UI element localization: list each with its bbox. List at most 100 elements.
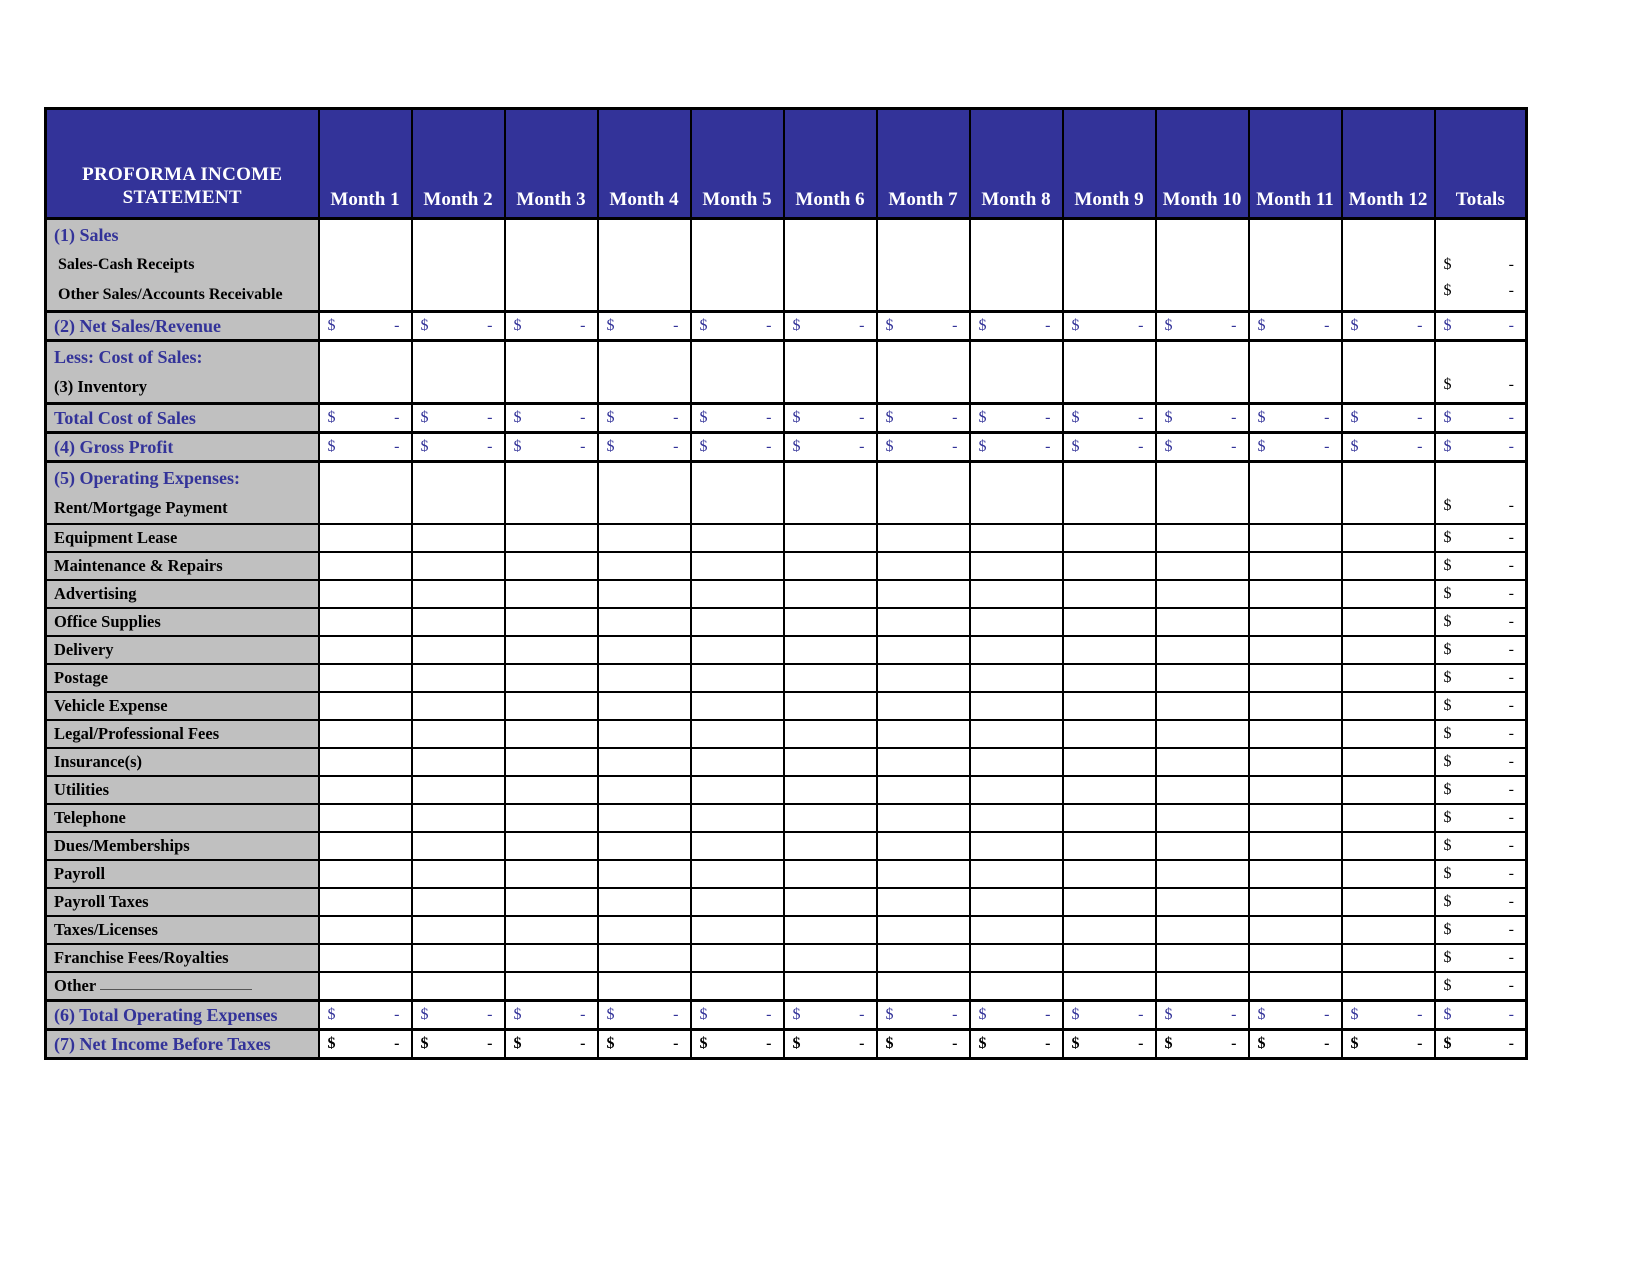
data-cell-month-5[interactable]: $ - — [689, 311, 784, 342]
data-cell-month-8[interactable] — [968, 944, 1063, 973]
data-cell-month-4[interactable] — [596, 580, 691, 609]
data-cell-month-11[interactable] — [1247, 664, 1342, 693]
data-cell-month-4[interactable] — [596, 944, 691, 973]
data-cell-month-4[interactable] — [596, 916, 691, 945]
other-fill-in-line[interactable] — [99, 989, 252, 990]
data-cell-month-7[interactable] — [875, 524, 970, 553]
data-cell-totals[interactable]: $ - — [1433, 916, 1527, 945]
data-cell-month-3[interactable]: $ - — [503, 403, 598, 434]
data-cell-month-12[interactable] — [1340, 664, 1435, 693]
data-cell-month-10[interactable] — [1154, 580, 1249, 609]
data-cell-month-7[interactable]: $ - — [875, 1029, 970, 1059]
data-cell-month-4[interactable]: $ - — [596, 1000, 691, 1031]
data-cell-month-7[interactable] — [875, 218, 970, 313]
data-cell-month-12[interactable]: $ - — [1340, 1029, 1435, 1059]
data-cell-month-5[interactable] — [689, 552, 784, 581]
data-cell-month-7[interactable] — [875, 916, 970, 945]
data-cell-month-4[interactable] — [596, 608, 691, 637]
data-cell-month-12[interactable] — [1340, 524, 1435, 553]
data-cell-month-12[interactable] — [1340, 720, 1435, 749]
data-cell-month-1[interactable] — [317, 748, 412, 777]
data-cell-month-1[interactable] — [317, 804, 412, 833]
data-cell-month-6[interactable] — [782, 720, 877, 749]
data-cell-month-10[interactable] — [1154, 776, 1249, 805]
data-cell-month-11[interactable]: $ - — [1247, 311, 1342, 342]
data-cell-month-7[interactable] — [875, 832, 970, 861]
data-cell-month-9[interactable] — [1061, 748, 1156, 777]
data-cell-month-11[interactable]: $ - — [1247, 1000, 1342, 1031]
data-cell-month-5[interactable] — [689, 524, 784, 553]
data-cell-month-7[interactable] — [875, 860, 970, 889]
data-cell-month-7[interactable] — [875, 748, 970, 777]
data-cell-totals[interactable]: $ - — [1433, 832, 1527, 861]
data-cell-month-8[interactable]: $ - — [968, 311, 1063, 342]
data-cell-month-6[interactable] — [782, 860, 877, 889]
data-cell-totals[interactable]: $ - — [1433, 580, 1527, 609]
data-cell-month-2[interactable] — [410, 524, 505, 553]
data-cell-month-12[interactable] — [1340, 888, 1435, 917]
data-cell-month-2[interactable]: $ - — [410, 1029, 505, 1059]
data-cell-month-4[interactable]: $ - — [596, 432, 691, 463]
data-cell-month-9[interactable] — [1061, 524, 1156, 553]
data-cell-month-8[interactable] — [968, 916, 1063, 945]
data-cell-month-9[interactable] — [1061, 804, 1156, 833]
data-cell-month-1[interactable] — [317, 720, 412, 749]
data-cell-month-1[interactable] — [317, 776, 412, 805]
data-cell-month-1[interactable] — [317, 860, 412, 889]
data-cell-month-11[interactable] — [1247, 832, 1342, 861]
data-cell-month-1[interactable] — [317, 340, 412, 405]
data-cell-month-6[interactable] — [782, 580, 877, 609]
data-cell-month-3[interactable] — [503, 524, 598, 553]
data-cell-month-5[interactable] — [689, 888, 784, 917]
data-cell-month-5[interactable] — [689, 692, 784, 721]
data-cell-month-10[interactable] — [1154, 944, 1249, 973]
data-cell-month-4[interactable]: $ - — [596, 311, 691, 342]
data-cell-month-12[interactable] — [1340, 608, 1435, 637]
data-cell-month-1[interactable]: $ - — [317, 403, 412, 434]
data-cell-month-1[interactable] — [317, 636, 412, 665]
data-cell-month-5[interactable] — [689, 916, 784, 945]
data-cell-totals[interactable]: $ - — [1433, 888, 1527, 917]
data-cell-totals[interactable]: $ - — [1433, 972, 1527, 1002]
data-cell-month-2[interactable] — [410, 832, 505, 861]
data-cell-month-10[interactable] — [1154, 608, 1249, 637]
data-cell-month-2[interactable] — [410, 664, 505, 693]
data-cell-month-9[interactable] — [1061, 608, 1156, 637]
data-cell-month-11[interactable] — [1247, 552, 1342, 581]
data-cell-month-7[interactable] — [875, 720, 970, 749]
data-cell-month-1[interactable] — [317, 524, 412, 553]
data-cell-month-4[interactable] — [596, 888, 691, 917]
totals-line-rent-mortgage[interactable]: $ - — [1436, 493, 1526, 519]
data-cell-month-4[interactable] — [596, 461, 691, 525]
data-cell-month-10[interactable] — [1154, 524, 1249, 553]
data-cell-month-7[interactable] — [875, 804, 970, 833]
data-cell-month-9[interactable]: $ - — [1061, 311, 1156, 342]
data-cell-month-11[interactable] — [1247, 692, 1342, 721]
data-cell-month-7[interactable] — [875, 461, 970, 525]
totals-line-other-sales[interactable]: $ - — [1436, 278, 1526, 304]
data-cell-month-8[interactable]: $ - — [968, 1000, 1063, 1031]
data-cell-month-2[interactable] — [410, 720, 505, 749]
data-cell-month-6[interactable] — [782, 944, 877, 973]
data-cell-month-11[interactable] — [1247, 218, 1342, 313]
data-cell-month-1[interactable] — [317, 916, 412, 945]
data-cell-month-12[interactable] — [1340, 972, 1435, 1002]
data-cell-month-9[interactable] — [1061, 888, 1156, 917]
data-cell-month-10[interactable] — [1154, 804, 1249, 833]
data-cell-month-8[interactable] — [968, 972, 1063, 1002]
data-cell-month-11[interactable] — [1247, 720, 1342, 749]
data-cell-month-11[interactable] — [1247, 608, 1342, 637]
data-cell-month-10[interactable]: $ - — [1154, 1000, 1249, 1031]
data-cell-totals[interactable]: $ - — [1433, 608, 1527, 637]
data-cell-month-4[interactable] — [596, 524, 691, 553]
totals-line-inventory[interactable]: $ - — [1436, 372, 1526, 398]
data-cell-month-3[interactable] — [503, 748, 598, 777]
data-cell-month-10[interactable] — [1154, 888, 1249, 917]
data-cell-month-8[interactable] — [968, 218, 1063, 313]
data-cell-month-9[interactable] — [1061, 860, 1156, 889]
data-cell-month-6[interactable] — [782, 832, 877, 861]
data-cell-month-2[interactable] — [410, 692, 505, 721]
data-cell-month-8[interactable] — [968, 664, 1063, 693]
data-cell-month-2[interactable] — [410, 340, 505, 405]
data-cell-month-5[interactable] — [689, 748, 784, 777]
